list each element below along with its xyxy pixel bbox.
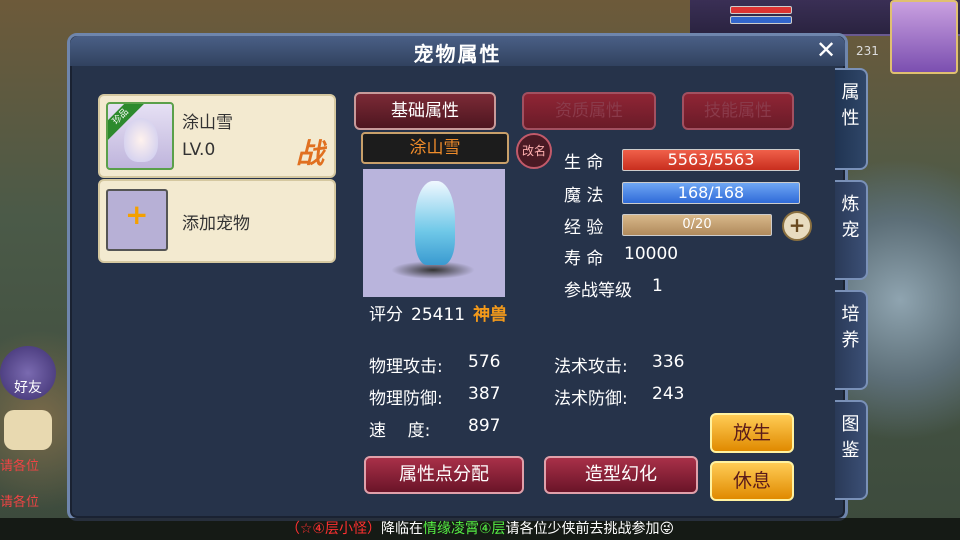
tab-aptitude[interactable]: 资质属性 [522,92,656,130]
phys-atk-value: 576 [468,352,501,372]
pet-attributes-dialog: 宠物属性 ✕ 珍品 涂山雪 LV.0 战 + 添加宠物 基础属性 资质属性 技能… [67,33,848,521]
mp-mini-bar [730,16,792,24]
pet-card-name: 涂山雪 [182,113,233,133]
side-tab-train[interactable]: 培养 [835,290,868,390]
dialog-title: 宠物属性 [413,42,502,66]
add-pet-slot: + [106,189,168,251]
score-line: 评分 25411 神兽 [369,300,507,325]
side-tab-label: 培养 [841,304,860,351]
phys-def-label: 物理防御: [369,389,443,409]
rank-label: 神兽 [473,305,508,325]
ticker-part: 请各位少侠前去挑战参加😜 [505,521,675,537]
mag-def-value: 243 [652,384,685,404]
side-tab-codex[interactable]: 图鉴 [835,400,868,500]
tab-skills[interactable]: 技能属性 [682,92,794,130]
speed-label: 速 度: [369,421,431,441]
side-tab-refine[interactable]: 炼宠 [835,180,868,280]
mp-label: 魔 法 [564,186,604,206]
rename-button[interactable]: 改名 [516,133,552,169]
pet-face-image [124,118,158,162]
side-tab-label: 属性 [841,82,860,129]
chat-icon[interactable] [4,410,52,450]
life-label: 寿 命 [564,249,604,269]
score-value: 25411 [411,305,466,325]
add-xp-button[interactable]: + [782,211,812,241]
phys-atk-label: 物理攻击: [369,357,443,377]
chat-line: 请各位 [0,495,40,510]
xp-bar: 0/20 [622,214,772,236]
ticker-part: 降临在 [380,521,423,537]
friend-button[interactable]: 好友 [0,346,56,400]
chat-line: 请各位 [0,459,40,474]
allocate-points-button[interactable]: 属性点分配 [364,456,524,494]
ticker-part: 情缘凌霄④层 [422,521,506,537]
battle-level-value: 1 [652,276,663,296]
announcement-ticker: （☆④层小怪）降临在情缘凌霄④层请各位少侠前去挑战参加😜 [0,518,960,540]
hp-label: 生 命 [564,153,604,173]
battle-badge: 战 [295,137,324,170]
xp-label: 经 验 [564,218,604,238]
rest-button[interactable]: 休息 [710,461,794,501]
player-portrait[interactable] [890,0,958,74]
pet-card[interactable]: 珍品 涂山雪 LV.0 战 [98,94,336,178]
pet-figure [415,181,455,265]
pet-card-level: LV.0 [182,140,216,160]
side-tab-label: 图鉴 [841,414,860,461]
speed-value: 897 [468,416,501,436]
tab-basic-attributes[interactable]: 基础属性 [354,92,496,130]
life-value: 10000 [624,244,679,264]
add-pet-card[interactable]: + 添加宠物 [98,179,336,263]
mag-atk-value: 336 [652,352,685,372]
mag-def-label: 法术防御: [554,389,628,409]
plus-icon: + [125,198,149,231]
morph-button[interactable]: 造型幻化 [544,456,698,494]
score-label: 评分 [369,305,403,325]
pet-model-view [363,169,505,297]
hp-mini-bar [730,6,792,14]
mp-bar: 168/168 [622,182,800,204]
mag-atk-label: 法术攻击: [554,357,628,377]
phys-def-value: 387 [468,384,501,404]
pet-name: 涂山雪 [361,132,509,164]
hud-number: 231 [856,44,879,58]
close-icon[interactable]: ✕ [811,36,841,64]
add-pet-label: 添加宠物 [182,214,250,234]
pet-avatar: 珍品 [106,102,174,170]
release-button[interactable]: 放生 [710,413,794,453]
chat-preview: 请各位 请各位 [0,458,70,512]
side-tab-label: 炼宠 [841,194,860,241]
ticker-part: （☆④层小怪） [285,521,381,537]
hp-bar: 5563/5563 [622,149,800,171]
battle-level-label: 参战等级 [564,281,632,301]
side-tab-attributes[interactable]: 属性 [835,68,868,170]
